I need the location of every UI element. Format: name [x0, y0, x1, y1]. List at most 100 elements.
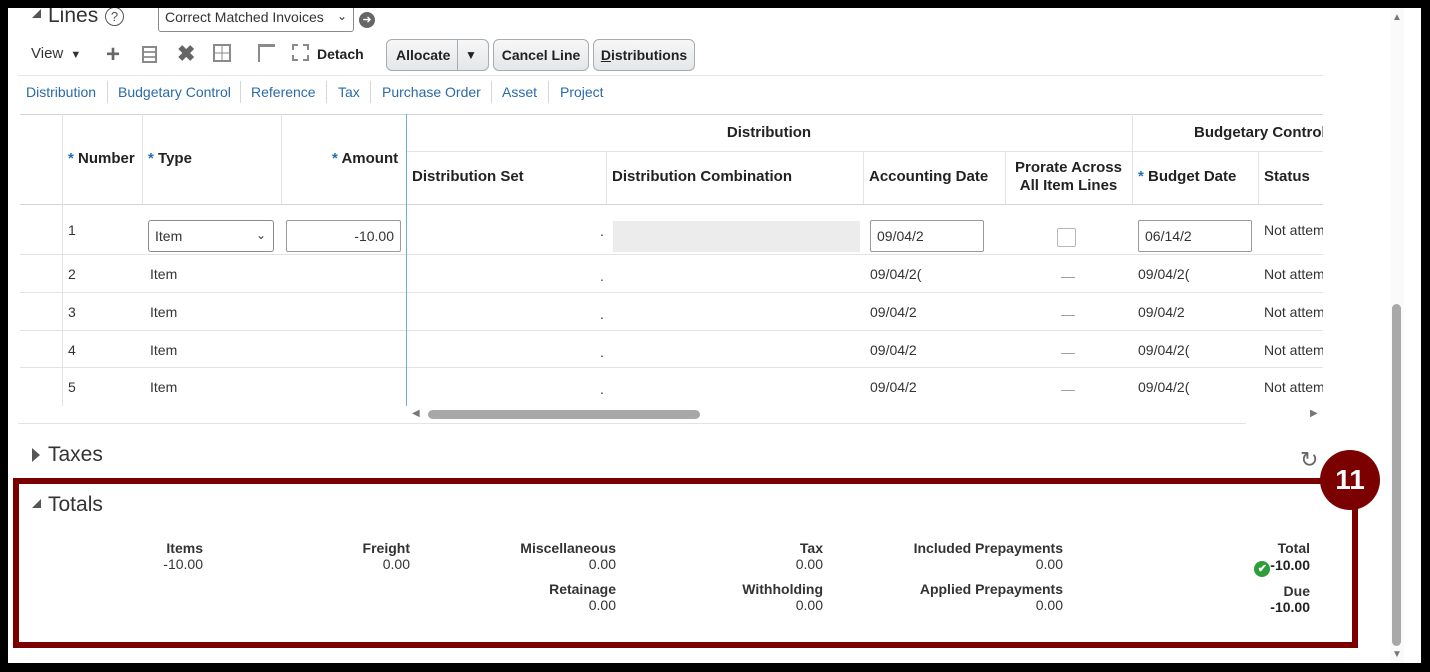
- accounting-date-value: 09/04/2: [870, 379, 917, 395]
- accounting-date-input[interactable]: 09/04/2: [870, 220, 984, 252]
- col-header-distribution-combination[interactable]: Distribution Combination: [612, 168, 792, 185]
- detach-icon[interactable]: [292, 44, 309, 61]
- group-header-budgetary-control-label: Budgetary Control: [1194, 124, 1323, 141]
- table-row[interactable]: 4 Item . 09/04/2 — 09/04/2( Not attem: [20, 331, 1323, 367]
- lines-table: * Number * Type * Amount Distribution Bu…: [20, 114, 1323, 406]
- scroll-down-icon[interactable]: ▼: [1392, 649, 1402, 660]
- tab-project[interactable]: Project: [560, 84, 604, 100]
- col-header-status[interactable]: Status: [1264, 168, 1310, 185]
- tab-separator: [107, 81, 108, 103]
- distribution-set-value: .: [600, 223, 604, 239]
- row-number: 2: [68, 266, 76, 282]
- miscellaneous-label: Miscellaneous: [520, 540, 616, 556]
- allocate-split-button[interactable]: Allocate ▼: [386, 39, 489, 71]
- view-menu-label: View: [31, 45, 64, 62]
- budget-date-input[interactable]: 06/14/2: [1138, 220, 1252, 252]
- distribution-set-value: .: [600, 306, 604, 322]
- tab-purchase-order[interactable]: Purchase Order: [382, 84, 481, 100]
- col-header-amount[interactable]: * Amount: [332, 150, 398, 167]
- distribution-set-value: .: [600, 381, 604, 397]
- lines-collapse-icon[interactable]: [32, 9, 41, 18]
- wrap-icon[interactable]: [258, 44, 275, 62]
- tab-separator: [240, 81, 241, 103]
- tax-value: 0.00: [795, 556, 823, 572]
- tab-reference[interactable]: Reference: [251, 84, 316, 100]
- group-header-divider: [406, 151, 1323, 152]
- tab-separator: [548, 81, 549, 103]
- split-divider: [457, 40, 458, 70]
- col-header-budget-date-label: Budget Date: [1148, 168, 1237, 185]
- included-prepayments-label: Included Prepayments: [913, 540, 1063, 556]
- row-number: 5: [68, 379, 76, 395]
- accounting-date-value: 09/04/2(: [870, 266, 922, 282]
- prorate-checkbox[interactable]: [1057, 228, 1076, 247]
- withholding-value: 0.00: [795, 597, 823, 613]
- col-header-accounting-date[interactable]: Accounting Date: [869, 168, 988, 185]
- budget-date-value: 09/04/2: [1138, 304, 1185, 320]
- cancel-line-button[interactable]: Cancel Line: [493, 39, 589, 71]
- tab-budgetary-control[interactable]: Budgetary Control: [118, 84, 231, 100]
- col-header-prorate[interactable]: Prorate Across All Item Lines: [1005, 159, 1132, 195]
- miscellaneous-value: 0.00: [588, 556, 616, 572]
- refresh-icon[interactable]: ↻: [1300, 447, 1318, 473]
- view-menu[interactable]: View ▼: [31, 45, 81, 62]
- scroll-left-icon[interactable]: ◀: [412, 408, 420, 419]
- taxes-title: Taxes: [48, 443, 103, 466]
- amount-input[interactable]: -10.00: [286, 220, 401, 252]
- table-top-border: [20, 114, 1323, 115]
- allocate-dropdown-icon[interactable]: ▼: [465, 48, 477, 62]
- horizontal-scrollbar-thumb[interactable]: [428, 410, 700, 419]
- callout-badge: 11: [1320, 450, 1380, 510]
- col-header-type-label: Type: [158, 150, 192, 167]
- vertical-scrollbar-thumb[interactable]: [1392, 304, 1401, 646]
- col-header-type[interactable]: * Type: [148, 150, 192, 167]
- scroll-up-icon[interactable]: ▲: [1392, 12, 1402, 23]
- help-icon[interactable]: ?: [105, 8, 124, 26]
- edit-icon[interactable]: [142, 46, 157, 63]
- add-icon[interactable]: +: [106, 41, 120, 69]
- go-arrow-icon[interactable]: ➜: [359, 12, 375, 28]
- accounting-date-value: 09/04/2: [870, 304, 917, 320]
- view-select[interactable]: Correct Matched Invoices ⌄: [158, 8, 354, 32]
- tab-tax[interactable]: Tax: [338, 84, 360, 100]
- taxes-expand-icon[interactable]: [32, 448, 40, 462]
- toolbar-divider: [18, 75, 1323, 76]
- row-type: Item: [150, 266, 178, 282]
- table-row[interactable]: 1 Item ⌄ -10.00 . 09/04/2 06/14/2 Not at…: [20, 205, 1323, 254]
- scroll-right-icon[interactable]: ▶: [1310, 408, 1318, 419]
- tab-distribution[interactable]: Distribution: [26, 84, 96, 100]
- freeze-icon[interactable]: [213, 44, 231, 62]
- col-header-number[interactable]: * Number: [68, 150, 135, 167]
- detach-button[interactable]: Detach: [317, 46, 364, 62]
- col-header-distribution-set[interactable]: Distribution Set: [412, 168, 524, 185]
- col-divider: [142, 114, 143, 204]
- lines-bottom-divider: [18, 423, 1246, 424]
- type-select[interactable]: Item ⌄: [148, 220, 274, 252]
- col-header-budget-date[interactable]: * Budget Date: [1138, 168, 1236, 185]
- totals-title: Totals: [48, 493, 103, 516]
- distribution-set-value: .: [600, 268, 604, 284]
- table-row[interactable]: 2 Item . 09/04/2( — 09/04/2( Not attem: [20, 255, 1323, 292]
- col-header-number-label: Number: [78, 150, 135, 167]
- totals-collapse-icon[interactable]: [32, 499, 41, 508]
- table-row[interactable]: 5 Item . 09/04/2 — 09/04/2( Not attem: [20, 368, 1323, 406]
- type-select-value: Item: [155, 228, 183, 244]
- caret-down-icon: ▼: [70, 49, 82, 61]
- table-row[interactable]: 3 Item . 09/04/2 — 09/04/2 Not attem: [20, 293, 1323, 330]
- freight-value: 0.00: [382, 556, 410, 572]
- col-header-amount-label: Amount: [341, 150, 399, 167]
- row-number: 1: [68, 222, 76, 238]
- status-value: Not attem: [1264, 304, 1323, 320]
- vertical-scrollbar[interactable]: ▲ ▼: [1390, 8, 1404, 663]
- allocate-button[interactable]: Allocate: [396, 47, 450, 63]
- items-label: Items: [166, 540, 203, 556]
- retainage-label: Retainage: [549, 581, 616, 597]
- status-value: Not attem: [1264, 342, 1323, 358]
- distributions-button[interactable]: Distributions: [593, 39, 695, 71]
- row-type: Item: [150, 342, 178, 358]
- row-number: 3: [68, 304, 76, 320]
- col-divider: [1258, 151, 1259, 204]
- application-frame: Lines ? Correct Matched Invoices ⌄ ➜ Vie…: [8, 8, 1421, 663]
- delete-icon[interactable]: ✖: [177, 41, 195, 67]
- tab-asset[interactable]: Asset: [502, 84, 537, 100]
